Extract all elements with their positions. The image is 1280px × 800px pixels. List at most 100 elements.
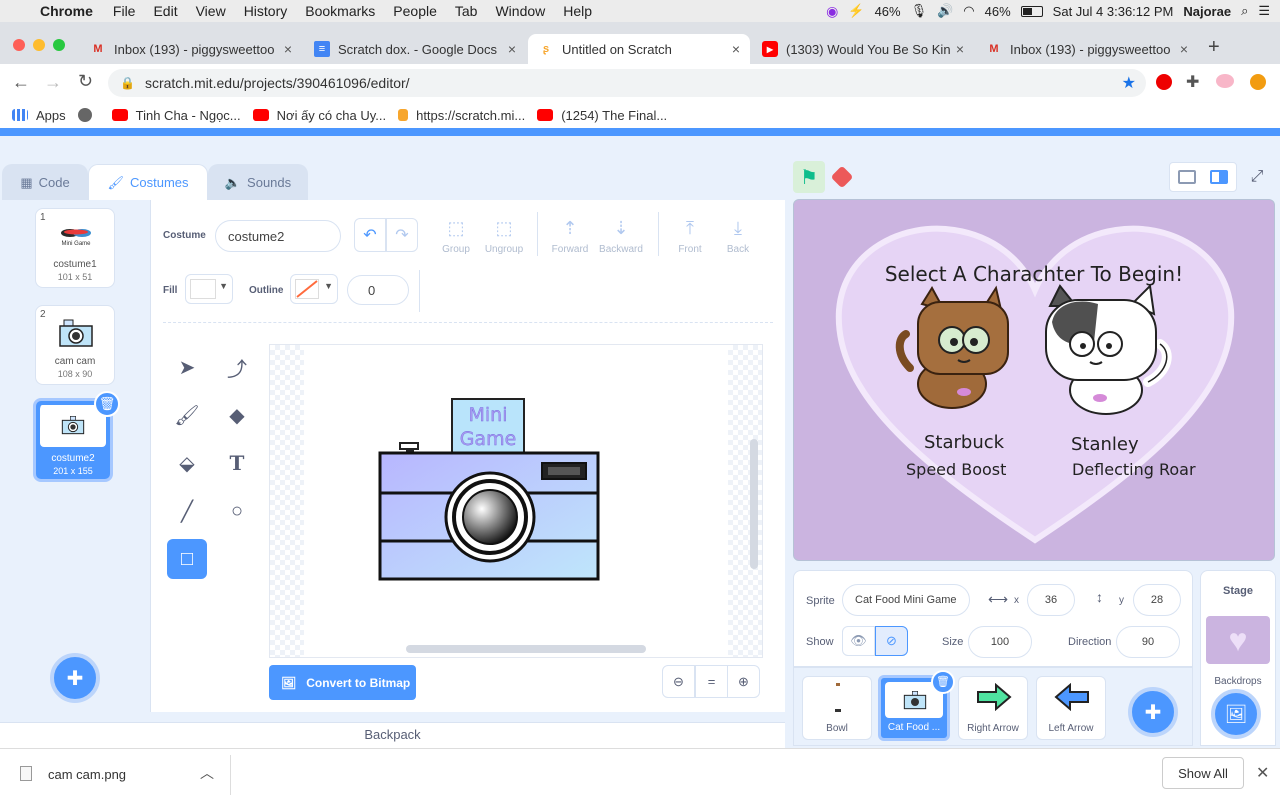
fullscreen-button[interactable]: ⤢ (1241, 161, 1273, 193)
circle-tool[interactable]: ○ (217, 491, 257, 531)
spotlight-icon[interactable]: ⌕ (1241, 3, 1248, 19)
volume-icon[interactable]: 🔊 (937, 3, 953, 19)
front-button[interactable]: ⤒ Front (668, 218, 712, 255)
browser-tab-youtube[interactable]: ▶ (1303) Would You Be So Kin × (752, 34, 974, 64)
control-center-icon[interactable]: ☰ (1258, 3, 1270, 19)
add-costume-button[interactable]: ✚ (50, 653, 100, 703)
direction-field[interactable]: 90 (1116, 626, 1180, 658)
add-sprite-button[interactable]: ✚ (1128, 687, 1178, 737)
group-button[interactable]: ⬚ Group (434, 218, 478, 255)
large-stage-icon[interactable] (1210, 170, 1228, 184)
eraser-tool[interactable]: ◆ (217, 395, 257, 435)
small-stage-icon[interactable] (1178, 170, 1196, 184)
bookmark-youtube-1[interactable]: Tinh Cha - Ngọc... (111, 108, 241, 123)
ungroup-button[interactable]: ⬚ Ungroup (482, 218, 526, 255)
browser-tab-docs[interactable]: ≡ Scratch dox. - Google Docs × (304, 34, 526, 64)
battery-icon[interactable] (1020, 5, 1043, 17)
puzzle-icon[interactable]: ✚ (1186, 72, 1199, 92)
zoom-out-button[interactable]: ⊖ (662, 665, 695, 698)
bookmark-pinned[interactable] (77, 108, 100, 122)
back-icon[interactable]: ← (12, 72, 30, 93)
lock-icon[interactable]: 🔒 (120, 76, 135, 90)
chrome-menu-icon[interactable] (1250, 74, 1266, 90)
minimize-window-button[interactable] (33, 39, 45, 51)
fill-tool[interactable]: ⬙ (167, 443, 207, 483)
bookmark-scratch[interactable]: https://scratch.mi... (398, 108, 525, 123)
menu-view[interactable]: View (196, 3, 226, 19)
costume-name-field[interactable]: costume2 (215, 220, 341, 252)
maximize-window-button[interactable] (53, 39, 65, 51)
delete-costume-button[interactable]: 🗑 (94, 391, 120, 417)
zoom-in-button[interactable]: ⊕ (727, 665, 760, 698)
bookmark-apps[interactable]: Apps (12, 108, 66, 123)
stage[interactable]: Select A Charachter To Begin! Starbuck S… (793, 199, 1275, 561)
stage-panel[interactable]: Stage ♥ Backdrops 🖼 (1200, 570, 1276, 746)
paint-canvas[interactable]: Mini Game (269, 344, 763, 658)
horizontal-scrollbar[interactable] (406, 645, 646, 653)
convert-to-bitmap-button[interactable]: 🖼 Convert to Bitmap (269, 665, 416, 700)
close-tab-icon[interactable]: × (956, 41, 964, 57)
costume-item-1[interactable]: 1 Mini Game costume1 101 x 51 (35, 208, 115, 288)
bookmark-youtube-2[interactable]: Nơi ấy có cha Uy... (252, 108, 386, 123)
forward-button[interactable]: ⇡ Forward (548, 218, 592, 255)
back-button[interactable]: ⤓ Back (716, 218, 760, 255)
costume-item-2[interactable]: 2 cam cam 108 x 90 (35, 305, 115, 385)
browser-tab-gmail[interactable]: M Inbox (193) - piggysweettoo × (80, 34, 302, 64)
camera-drawing[interactable]: Mini Game (378, 397, 602, 583)
redo-button[interactable]: ↷ (386, 218, 418, 252)
chevron-up-icon[interactable]: ︿ (200, 763, 214, 783)
rectangle-tool[interactable]: □ (167, 539, 207, 579)
reshape-tool[interactable]: ⤴ (217, 347, 257, 387)
size-field[interactable]: 100 (968, 626, 1032, 658)
close-tab-icon[interactable]: × (284, 41, 292, 57)
brush-tool[interactable]: 🖌 (167, 395, 207, 435)
extension-icon[interactable] (1156, 74, 1172, 90)
reload-icon[interactable]: ↻ (78, 71, 93, 92)
microphone-icon[interactable]: 🎙 (911, 3, 928, 19)
menu-history[interactable]: History (244, 3, 288, 19)
sprite-name-field[interactable]: Cat Food Mini Game (842, 584, 970, 616)
costume-item-3[interactable]: 3 costume2 201 x 155 🗑 (33, 391, 120, 482)
wifi-icon[interactable]: ◠ (963, 3, 974, 19)
menu-window[interactable]: Window (495, 3, 545, 19)
menu-edit[interactable]: Edit (153, 3, 177, 19)
line-tool[interactable]: ╱ (167, 491, 207, 531)
vertical-scrollbar[interactable] (750, 439, 758, 569)
bookmark-star-icon[interactable]: ★ (1122, 73, 1136, 93)
menu-help[interactable]: Help (563, 3, 592, 19)
sprite-cat-food[interactable]: Cat Food ... 🗑 (878, 670, 955, 741)
outline-width-field[interactable]: 0 (347, 275, 409, 305)
show-button[interactable]: 👁 (842, 626, 875, 656)
zoom-reset-button[interactable]: = (695, 665, 728, 698)
y-field[interactable]: 28 (1133, 584, 1181, 616)
url-field[interactable]: 🔒 scratch.mit.edu/projects/390461096/edi… (108, 69, 1146, 97)
app-menu[interactable]: Chrome (40, 3, 93, 19)
x-field[interactable]: 36 (1027, 584, 1075, 616)
clock[interactable]: Sat Jul 4 3:36:12 PM (1053, 4, 1174, 19)
screen-record-icon[interactable]: ◉ (826, 3, 838, 20)
menu-tab[interactable]: Tab (455, 3, 478, 19)
undo-button[interactable]: ↶ (354, 218, 386, 252)
bookmark-youtube-3[interactable]: (1254) The Final... (537, 108, 667, 123)
menu-file[interactable]: File (113, 3, 136, 19)
delete-sprite-button[interactable]: 🗑 (931, 670, 955, 694)
sprite-left-arrow[interactable]: Left Arrow (1036, 676, 1106, 740)
close-tab-icon[interactable]: × (732, 41, 740, 57)
close-tab-icon[interactable]: × (508, 41, 516, 57)
pig-extension-icon[interactable] (1216, 74, 1234, 88)
backpack[interactable]: Backpack (0, 722, 785, 748)
text-tool[interactable]: T (217, 443, 257, 483)
menu-people[interactable]: People (393, 3, 437, 19)
close-tab-icon[interactable]: × (1180, 41, 1188, 57)
tab-costumes[interactable]: 🖌 Costumes (88, 164, 208, 200)
fill-color-picker[interactable]: ▼ (185, 274, 233, 304)
hide-button[interactable]: ⊘ (875, 626, 908, 656)
backward-button[interactable]: ⇣ Backward (599, 218, 643, 255)
outline-color-picker[interactable]: ▼ (290, 274, 338, 304)
tab-sounds[interactable]: 🔈 Sounds (208, 164, 308, 200)
new-tab-icon[interactable]: + (1208, 36, 1220, 59)
menu-bookmarks[interactable]: Bookmarks (305, 3, 375, 19)
browser-tab-scratch[interactable]: ʂ Untitled on Scratch × (528, 34, 750, 64)
add-backdrop-button[interactable]: 🖼 (1211, 689, 1261, 739)
download-filename[interactable]: cam cam.png (48, 767, 126, 782)
